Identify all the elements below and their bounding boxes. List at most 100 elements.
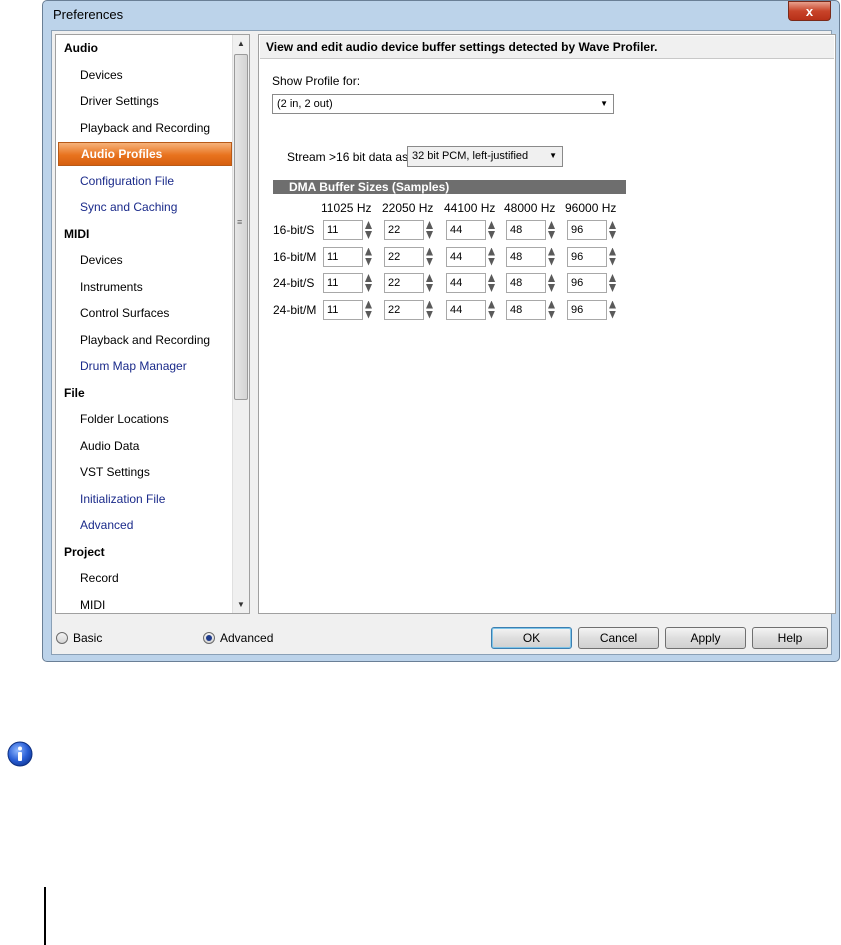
spin-up-icon[interactable] xyxy=(548,247,555,256)
nav-item[interactable]: Audio Data xyxy=(56,434,249,458)
buffer-size-input[interactable]: 96 xyxy=(567,273,607,293)
nav-item[interactable]: Control Surfaces xyxy=(56,301,249,325)
nav-item[interactable]: Record xyxy=(56,566,249,590)
buffer-size-input[interactable]: 22 xyxy=(384,299,424,320)
ok-button[interactable]: OK xyxy=(491,627,572,649)
spinner-icon[interactable] xyxy=(548,274,556,292)
buffer-size-input[interactable]: 11 xyxy=(323,220,363,240)
spinner-icon[interactable] xyxy=(609,300,617,319)
nav-item[interactable]: Advanced xyxy=(56,513,249,537)
spin-up-icon[interactable] xyxy=(426,221,433,229)
spin-down-icon[interactable] xyxy=(548,310,555,319)
spinner-icon[interactable] xyxy=(426,221,434,239)
spin-down-icon[interactable] xyxy=(488,310,495,319)
buffer-size-input[interactable]: 96 xyxy=(567,220,607,240)
spin-up-icon[interactable] xyxy=(365,221,372,229)
nav-item[interactable]: Devices xyxy=(56,63,249,87)
spin-down-icon[interactable] xyxy=(548,284,555,292)
scroll-up-icon[interactable]: ▲ xyxy=(233,35,249,52)
nav-group-header[interactable]: Project xyxy=(56,540,240,564)
spin-down-icon[interactable] xyxy=(426,231,433,239)
spin-down-icon[interactable] xyxy=(609,257,616,266)
spinner-icon[interactable] xyxy=(488,274,496,292)
nav-item[interactable]: Playback and Recording xyxy=(56,116,249,140)
spinner-icon[interactable] xyxy=(488,247,496,266)
nav-item[interactable]: MIDI xyxy=(56,593,249,614)
spinner-icon[interactable] xyxy=(548,247,556,266)
buffer-size-input[interactable]: 48 xyxy=(506,220,546,240)
spinner-icon[interactable] xyxy=(609,247,617,266)
spinner-icon[interactable] xyxy=(426,247,434,266)
scroll-down-icon[interactable]: ▼ xyxy=(233,596,249,613)
buffer-size-input[interactable]: 44 xyxy=(446,299,486,320)
nav-group-header[interactable]: MIDI xyxy=(56,222,240,246)
spin-down-icon[interactable] xyxy=(365,257,372,266)
spinner-icon[interactable] xyxy=(488,300,496,319)
help-button[interactable]: Help xyxy=(752,627,828,649)
buffer-size-input[interactable]: 11 xyxy=(323,273,363,293)
spinner-icon[interactable] xyxy=(365,300,373,319)
spinner-icon[interactable] xyxy=(365,274,373,292)
spin-down-icon[interactable] xyxy=(426,257,433,266)
spin-up-icon[interactable] xyxy=(426,247,433,256)
nav-item[interactable]: Sync and Caching xyxy=(56,195,249,219)
spin-down-icon[interactable] xyxy=(488,231,495,239)
basic-radio[interactable] xyxy=(56,632,68,644)
spin-up-icon[interactable] xyxy=(488,247,495,256)
spin-up-icon[interactable] xyxy=(488,274,495,282)
spin-down-icon[interactable] xyxy=(609,284,616,292)
nav-item[interactable]: Initialization File xyxy=(56,487,249,511)
spinner-icon[interactable] xyxy=(365,221,373,239)
advanced-radio-label[interactable]: Advanced xyxy=(220,631,273,645)
spin-down-icon[interactable] xyxy=(548,231,555,239)
spin-up-icon[interactable] xyxy=(488,300,495,309)
spin-up-icon[interactable] xyxy=(548,221,555,229)
buffer-size-input[interactable]: 22 xyxy=(384,246,424,267)
spinner-icon[interactable] xyxy=(548,221,556,239)
stream-format-select[interactable]: 32 bit PCM, left-justified ▼ xyxy=(407,146,563,167)
buffer-size-input[interactable]: 48 xyxy=(506,246,546,267)
spin-up-icon[interactable] xyxy=(365,274,372,282)
buffer-size-input[interactable]: 44 xyxy=(446,246,486,267)
title-bar[interactable]: Preferences x xyxy=(43,1,839,27)
profile-select[interactable]: (2 in, 2 out) ▼ xyxy=(272,94,614,114)
spin-up-icon[interactable] xyxy=(426,274,433,282)
nav-item[interactable]: Devices xyxy=(56,248,249,272)
spin-down-icon[interactable] xyxy=(365,231,372,239)
nav-item[interactable]: Folder Locations xyxy=(56,407,249,431)
spin-up-icon[interactable] xyxy=(609,300,616,309)
spin-up-icon[interactable] xyxy=(548,274,555,282)
nav-item[interactable]: Audio Profiles xyxy=(58,142,232,166)
spinner-icon[interactable] xyxy=(365,247,373,266)
spin-down-icon[interactable] xyxy=(609,231,616,239)
nav-item[interactable]: Driver Settings xyxy=(56,89,249,113)
buffer-size-input[interactable]: 11 xyxy=(323,299,363,320)
spin-up-icon[interactable] xyxy=(488,221,495,229)
spin-up-icon[interactable] xyxy=(365,300,372,309)
buffer-size-input[interactable]: 48 xyxy=(506,299,546,320)
scroll-thumb[interactable]: ≡ xyxy=(234,54,248,400)
buffer-size-input[interactable]: 44 xyxy=(446,220,486,240)
spin-down-icon[interactable] xyxy=(548,257,555,266)
spin-down-icon[interactable] xyxy=(426,284,433,292)
spinner-icon[interactable] xyxy=(488,221,496,239)
cancel-button[interactable]: Cancel xyxy=(578,627,659,649)
buffer-size-input[interactable]: 48 xyxy=(506,273,546,293)
spinner-icon[interactable] xyxy=(609,221,617,239)
spinner-icon[interactable] xyxy=(426,274,434,292)
buffer-size-input[interactable]: 96 xyxy=(567,246,607,267)
nav-item[interactable]: Playback and Recording xyxy=(56,328,249,352)
spin-down-icon[interactable] xyxy=(488,284,495,292)
nav-item[interactable]: Drum Map Manager xyxy=(56,354,249,378)
nav-item[interactable]: Instruments xyxy=(56,275,249,299)
nav-scrollbar[interactable]: ▲ ≡ ▼ xyxy=(232,35,249,613)
spin-up-icon[interactable] xyxy=(609,247,616,256)
spin-up-icon[interactable] xyxy=(365,247,372,256)
spin-down-icon[interactable] xyxy=(365,310,372,319)
nav-item[interactable]: Configuration File xyxy=(56,169,249,193)
spin-up-icon[interactable] xyxy=(609,274,616,282)
spin-down-icon[interactable] xyxy=(609,310,616,319)
buffer-size-input[interactable]: 96 xyxy=(567,299,607,320)
basic-radio-label[interactable]: Basic xyxy=(73,631,102,645)
spin-down-icon[interactable] xyxy=(365,284,372,292)
